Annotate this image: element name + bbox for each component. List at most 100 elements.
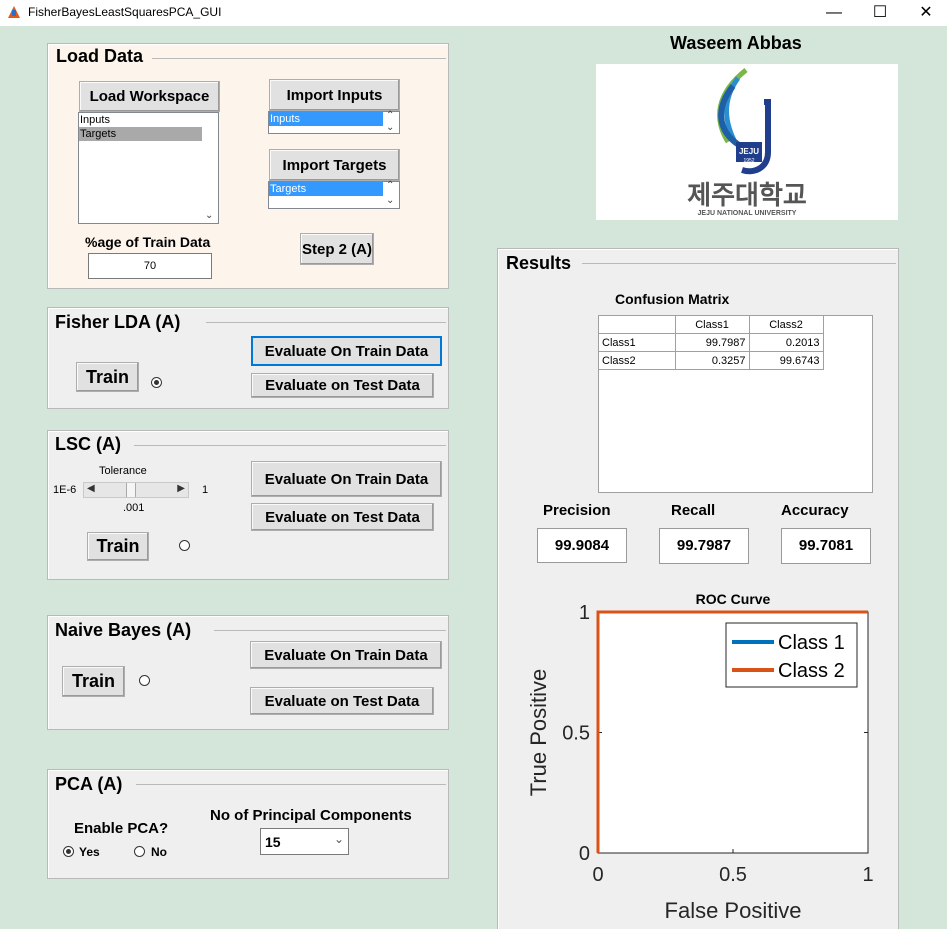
confusion-matrix-table[interactable]: Class1 Class2 Class1 99.7987 0.2013 Clas… [598, 315, 873, 493]
table-corner [598, 315, 676, 334]
arrow-right-icon[interactable]: ▶ [177, 483, 185, 494]
minimize-button[interactable]: — [811, 0, 857, 26]
chevron-down-icon[interactable]: ⌄ [386, 195, 394, 206]
confusion-matrix-title: Confusion Matrix [615, 291, 730, 307]
x-axis-label: False Positive [665, 898, 802, 923]
column-header: Class2 [748, 315, 824, 334]
tolerance-slider[interactable]: ◀ ▶ [83, 482, 189, 498]
fisher-train-button[interactable]: Train [76, 362, 139, 392]
step2-button[interactable]: Step 2 (A) [300, 233, 374, 265]
inputs-listbox[interactable]: Inputs ⌃ ⌄ [268, 110, 400, 134]
x-tick-label: 1 [862, 864, 873, 886]
row-header: Class2 [598, 351, 676, 370]
bayes-train-button[interactable]: Train [62, 666, 125, 697]
components-select[interactable]: 15 ⌄ [260, 828, 349, 855]
legend-label: Class 1 [778, 632, 845, 654]
slider-min-label: 1E-6 [53, 484, 77, 496]
window-title: FisherBayesLeastSquaresPCA_GUI [28, 5, 222, 19]
author-name: Waseem Abbas [670, 33, 802, 53]
pca-yes-label[interactable]: Yes [79, 845, 100, 859]
table-row: Class2 0.3257 99.6743 [598, 351, 824, 370]
chevron-up-icon[interactable]: ⌃ [386, 110, 394, 121]
close-button[interactable]: ✕ [903, 0, 947, 26]
chevron-down-icon[interactable]: ⌄ [386, 122, 394, 133]
lsc-eval-train-button[interactable]: Evaluate On Train Data [251, 461, 442, 497]
logo-year-text: 1952 [743, 158, 754, 164]
chart-title: ROC Curve [696, 591, 771, 607]
panel-divider [134, 445, 446, 446]
enable-pca-label: Enable PCA? [74, 820, 169, 837]
list-item[interactable]: Targets [269, 182, 383, 196]
table-cell[interactable]: 0.2013 [748, 333, 824, 352]
chevron-up-icon[interactable]: ⌃ [386, 180, 394, 191]
chevron-down-icon[interactable]: ⌄ [205, 210, 213, 221]
list-item[interactable]: Inputs [79, 113, 218, 127]
targets-listbox[interactable]: Targets ⌃ ⌄ [268, 180, 400, 209]
pca-no-label[interactable]: No [151, 845, 167, 859]
import-inputs-button[interactable]: Import Inputs [269, 79, 400, 111]
train-percent-field[interactable]: 70 [88, 253, 212, 279]
fisher-lda-title: Fisher LDA (A) [55, 312, 181, 332]
lsc-trained-radio[interactable] [179, 540, 190, 551]
row-header: Class1 [598, 333, 676, 352]
maximize-button[interactable]: ☐ [857, 0, 903, 26]
fisher-eval-train-button[interactable]: Evaluate On Train Data [251, 336, 442, 366]
panel-divider [214, 630, 446, 631]
table-cell[interactable]: 99.6743 [748, 351, 824, 370]
load-workspace-button[interactable]: Load Workspace [79, 81, 220, 112]
precision-label: Precision [543, 502, 611, 519]
listbox-scrollbar[interactable]: ⌃ ⌄ [383, 180, 399, 208]
listbox-scrollbar[interactable]: ⌄ [202, 113, 218, 223]
tolerance-label: Tolerance [99, 465, 147, 477]
bayes-eval-train-button[interactable]: Evaluate On Train Data [250, 641, 442, 669]
slider-value-label: .001 [123, 502, 145, 514]
lsc-title: LSC (A) [55, 434, 121, 454]
pca-no-radio[interactable] [134, 846, 145, 857]
pca-title: PCA (A) [55, 774, 123, 794]
pca-panel: PCA (A) Enable PCA? Yes No No of Princip… [47, 769, 449, 879]
chevron-down-icon[interactable]: ⌄ [334, 832, 344, 846]
slider-thumb[interactable] [126, 483, 136, 497]
slider-max-label: 1 [202, 484, 209, 496]
lsc-eval-test-button[interactable]: Evaluate on Test Data [251, 503, 434, 531]
x-tick-label: 0.5 [719, 864, 747, 886]
accuracy-value: 99.7081 [781, 528, 871, 564]
y-tick-label: 0 [579, 843, 590, 865]
bayes-trained-radio[interactable] [139, 675, 150, 686]
lsc-train-button[interactable]: Train [87, 532, 149, 561]
precision-value: 99.9084 [537, 528, 627, 563]
y-axis-label: True Positive [526, 669, 551, 797]
x-tick-label: 0 [592, 864, 603, 886]
table-row: Class1 99.7987 0.2013 [598, 333, 824, 352]
panel-divider [582, 263, 896, 264]
logo-korean-text: 제주대학교 [687, 181, 807, 211]
fisher-lda-panel: Fisher LDA (A) Train Evaluate On Train D… [47, 307, 449, 409]
bayes-eval-test-button[interactable]: Evaluate on Test Data [250, 687, 434, 715]
accuracy-label: Accuracy [781, 502, 849, 519]
title-bar: FisherBayesLeastSquaresPCA_GUI — ☐ ✕ [0, 0, 947, 26]
pca-yes-radio[interactable] [63, 846, 74, 857]
y-tick-label: 0.5 [562, 723, 590, 745]
university-emblem: JEJU 1952 제주대학교 JEJU NATIONAL UNIVERSITY [687, 68, 807, 217]
naive-bayes-panel: Naive Bayes (A) Train Evaluate On Train … [47, 615, 449, 730]
panel-divider [206, 322, 446, 323]
listbox-scrollbar[interactable]: ⌃ ⌄ [383, 110, 399, 133]
panel-divider [136, 784, 446, 785]
lsc-panel: LSC (A) Tolerance 1E-6 ◀ ▶ 1 .001 Train … [47, 430, 449, 580]
load-data-title: Load Data [56, 46, 144, 66]
workspace-listbox[interactable]: Inputs Targets ⌄ [78, 112, 219, 224]
table-cell[interactable]: 99.7987 [674, 333, 750, 352]
components-label: No of Principal Components [210, 807, 412, 824]
recall-value: 99.7987 [659, 528, 749, 564]
arrow-left-icon[interactable]: ◀ [87, 483, 95, 494]
university-logo: JEJU 1952 제주대학교 JEJU NATIONAL UNIVERSITY [596, 64, 898, 220]
fisher-trained-radio[interactable] [151, 377, 162, 388]
table-cell[interactable]: 0.3257 [674, 351, 750, 370]
components-value: 15 [265, 834, 281, 850]
recall-label: Recall [671, 502, 716, 519]
list-item[interactable]: Targets [79, 127, 202, 141]
fisher-eval-test-button[interactable]: Evaluate on Test Data [251, 373, 434, 398]
list-item[interactable]: Inputs [269, 112, 383, 126]
import-targets-button[interactable]: Import Targets [269, 149, 400, 181]
train-percent-label: %age of Train Data [85, 234, 211, 250]
